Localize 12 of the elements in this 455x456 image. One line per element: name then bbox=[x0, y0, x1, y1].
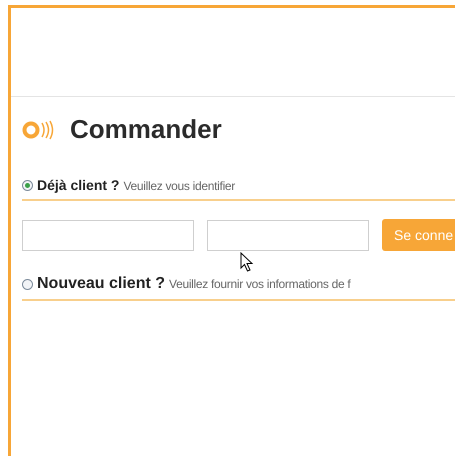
input-field[interactable] bbox=[207, 220, 369, 250]
radio-button[interactable] bbox=[22, 180, 33, 190]
input-field[interactable] bbox=[22, 220, 194, 250]
radio-button[interactable] bbox=[22, 278, 33, 290]
mouse-pointer-icon bbox=[240, 252, 254, 272]
sound-waves-icon bbox=[22, 120, 56, 140]
section-hint: Veuillez vous identifier bbox=[123, 179, 236, 193]
page-title: Commander bbox=[70, 114, 222, 145]
section-heading: Nouveau client ? bbox=[37, 275, 166, 293]
login-button[interactable]: Se conne bbox=[382, 219, 455, 251]
section-hint: Veuillez fournir vos informations de f bbox=[169, 277, 350, 291]
section-heading: Déjà client ? bbox=[37, 177, 120, 193]
